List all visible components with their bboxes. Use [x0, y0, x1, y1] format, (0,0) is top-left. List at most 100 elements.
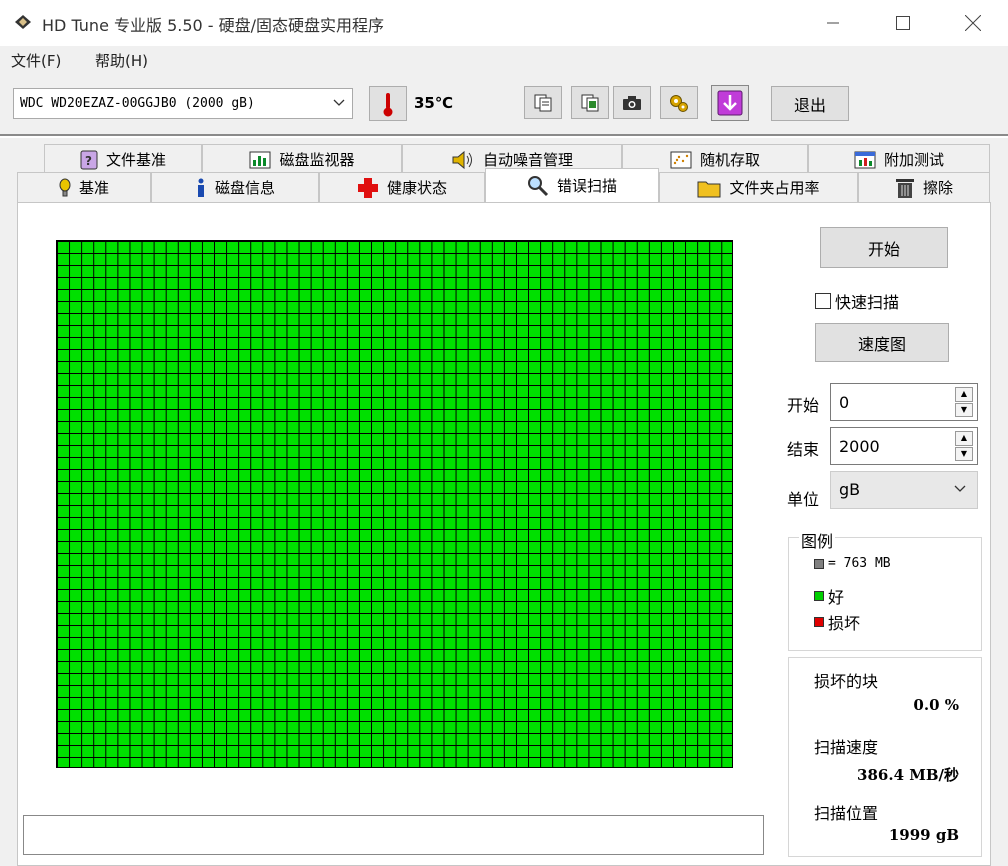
minimize-icon: [827, 22, 839, 24]
tabs-area: ? 文件基准 磁盘监视器 自动噪音管理 随机存取 附加测试 基准 磁盘信息 健康…: [0, 138, 1008, 866]
speaker-icon: [452, 150, 472, 169]
scan-position-label: 扫描位置: [814, 804, 879, 823]
copy-info-button[interactable]: [524, 86, 562, 119]
temperature-button[interactable]: [369, 86, 407, 121]
exit-button[interactable]: 退出: [771, 86, 849, 121]
svg-text:?: ?: [85, 154, 92, 168]
red-swatch-icon: [814, 617, 824, 627]
copy-all-button[interactable]: [571, 86, 609, 119]
disk-monitor-icon: [249, 151, 271, 168]
tab-disk-monitor[interactable]: 磁盘监视器: [202, 144, 402, 174]
extra-tests-icon: [854, 151, 876, 168]
spin-up-icon[interactable]: ▲: [955, 431, 973, 446]
legend-good: 好: [814, 584, 844, 608]
folder-icon: [697, 181, 721, 197]
tab-label: 擦除: [922, 179, 953, 197]
temperature-value: 35℃: [414, 94, 454, 112]
error-scan-panel: 开始 快速扫描 速度图 开始 0 ▲ ▼ 结束 2000 ▲ ▼ 单位 gB 图例 …: [17, 202, 991, 866]
tab-label: 错误扫描: [556, 177, 617, 195]
scan-speed-label: 扫描速度: [814, 738, 879, 757]
unit-value: gB: [839, 480, 861, 499]
download-button[interactable]: [711, 85, 749, 121]
tab-label: 自动噪音管理: [482, 151, 573, 169]
legend-good-text: 好: [828, 588, 845, 607]
menu-help[interactable]: 帮助(H): [95, 50, 148, 71]
quick-scan-label: 快速扫描: [835, 293, 900, 312]
tab-erase[interactable]: 擦除: [858, 172, 990, 202]
camera-icon: [623, 95, 641, 110]
options-button[interactable]: [660, 86, 698, 119]
spin-down-icon[interactable]: ▼: [955, 446, 973, 461]
menu-file[interactable]: 文件(F): [11, 50, 61, 71]
start-label: 开始: [787, 396, 820, 415]
end-value: 2000: [839, 437, 880, 456]
legend-block-size-text: = 763 MB: [828, 556, 891, 571]
tab-error-scan[interactable]: 错误扫描: [485, 168, 659, 202]
start-value: 0: [839, 393, 850, 412]
minimize-button[interactable]: [798, 0, 868, 46]
tab-label: 基准: [78, 179, 109, 197]
tab-folder-usage[interactable]: 文件夹占用率: [659, 172, 858, 202]
spin-down-icon[interactable]: ▼: [955, 402, 973, 417]
end-spinner[interactable]: 2000 ▲ ▼: [830, 427, 978, 465]
gray-swatch-icon: [814, 558, 824, 569]
drive-select[interactable]: WDC WD20EZAZ-00GGJB0 (2000 gB): [13, 88, 353, 119]
speed-map-button[interactable]: 速度图: [815, 323, 949, 362]
title-bar: HD Tune 专业版 5.50 - 硬盘/固态硬盘实用程序: [0, 0, 1008, 46]
tab-label: 文件夹占用率: [729, 179, 820, 197]
spin-up-icon[interactable]: ▲: [955, 387, 973, 402]
legend-bad-text: 损坏: [828, 614, 861, 633]
window-title: HD Tune 专业版 5.50 - 硬盘/固态硬盘实用程序: [42, 16, 385, 35]
unit-select[interactable]: gB: [830, 471, 978, 509]
tab-label: 随机存取: [699, 151, 760, 169]
damaged-blocks-value: 0.0 %: [913, 696, 959, 714]
magnifier-icon: [527, 175, 549, 196]
unit-label: 单位: [787, 490, 820, 509]
close-icon: [965, 15, 981, 31]
scan-speed-value: 386.4 MB/秒: [857, 766, 959, 784]
trash-icon: [895, 178, 914, 198]
tab-disk-info[interactable]: 磁盘信息: [151, 172, 319, 202]
legend-block-size: = 763 MB: [814, 556, 891, 571]
scan-block-grid: [56, 240, 733, 768]
close-button[interactable]: [938, 0, 1008, 46]
health-cross-icon: [357, 177, 378, 198]
chevron-down-icon: [954, 485, 966, 492]
drive-select-value: WDC WD20EZAZ-00GGJB0 (2000 gB): [20, 96, 255, 111]
start-scan-button[interactable]: 开始: [820, 227, 948, 268]
random-access-icon: [670, 151, 692, 168]
copy-all-icon: [581, 94, 599, 111]
tab-extra-tests[interactable]: 附加测试: [808, 144, 990, 174]
quick-scan-checkbox[interactable]: [815, 293, 831, 309]
maximize-button[interactable]: [868, 0, 938, 46]
legend-box: 图例 = 763 MB 好 损坏: [788, 528, 982, 651]
copy-icon: [534, 94, 552, 111]
thermometer-icon: [383, 92, 393, 116]
menu-bar: 文件(F) 帮助(H): [0, 46, 1008, 74]
end-label: 结束: [787, 440, 820, 459]
screenshot-button[interactable]: [613, 86, 651, 119]
tab-file-benchmark[interactable]: ? 文件基准: [44, 144, 202, 174]
quick-scan-row[interactable]: 快速扫描: [815, 289, 899, 313]
tab-benchmark[interactable]: 基准: [17, 172, 151, 202]
start-spinner[interactable]: 0 ▲ ▼: [830, 383, 978, 421]
info-icon: [197, 178, 204, 197]
tab-label: 健康状态: [386, 179, 447, 197]
gears-icon: [670, 94, 688, 112]
green-swatch-icon: [814, 591, 824, 601]
damaged-blocks-label: 损坏的块: [814, 672, 879, 691]
file-benchmark-icon: ?: [80, 150, 98, 169]
chevron-down-icon: [333, 99, 345, 106]
hd-tune-app-icon: [15, 15, 31, 29]
tab-label: 磁盘信息: [214, 179, 275, 197]
legend-title: 图例: [799, 528, 836, 552]
legend-bad: 损坏: [814, 610, 860, 634]
tab-label: 附加测试: [883, 151, 944, 169]
maximize-icon: [896, 16, 910, 30]
toolbar: WDC WD20EZAZ-00GGJB0 (2000 gB) 35℃ 退出: [0, 74, 1008, 136]
scan-position-value: 1999 gB: [888, 826, 959, 844]
tab-health[interactable]: 健康状态: [319, 172, 485, 202]
tab-label: 文件基准: [105, 151, 166, 169]
tab-label: 磁盘监视器: [279, 151, 355, 169]
benchmark-icon: [59, 178, 71, 196]
